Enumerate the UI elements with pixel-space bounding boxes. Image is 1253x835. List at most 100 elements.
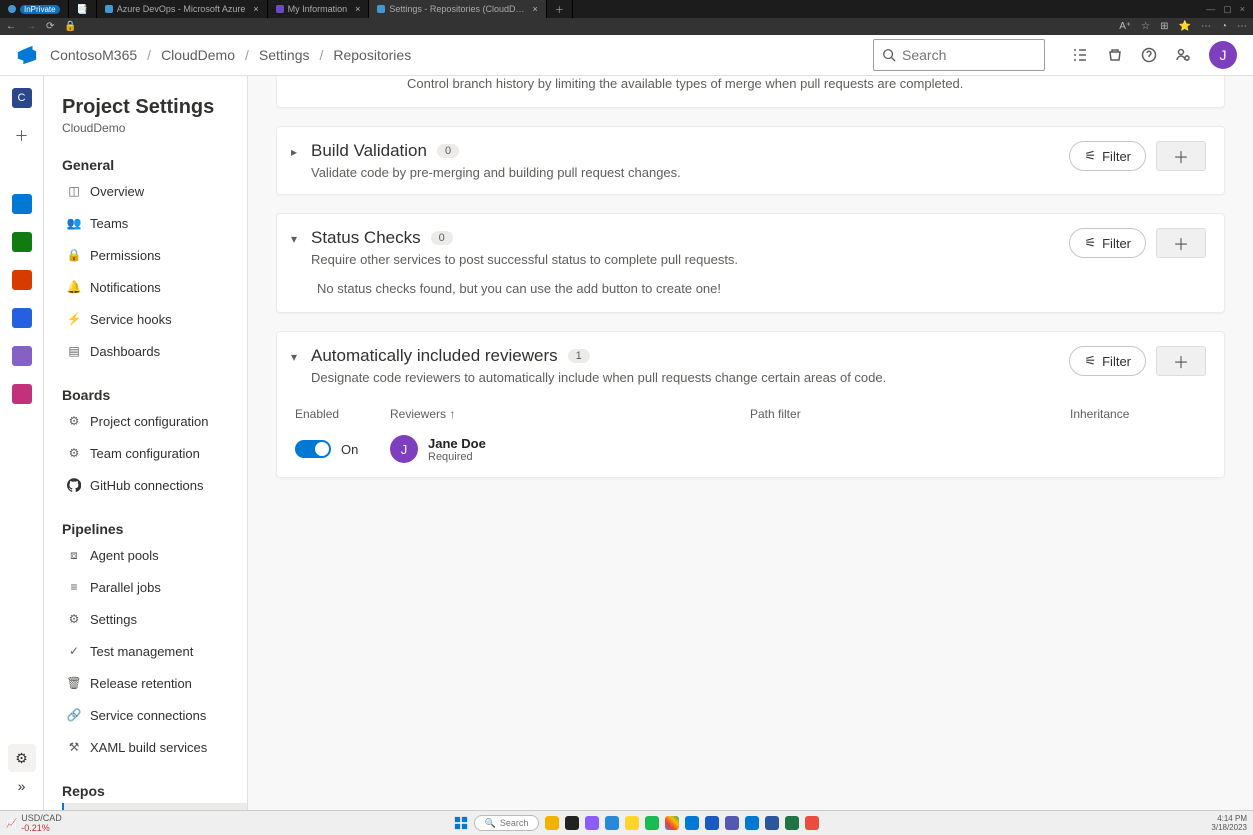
browser-tab-1[interactable]: My Information× [268, 0, 370, 18]
taskbar-date[interactable]: 3/18/2023 [1211, 823, 1247, 832]
rail-boards-icon[interactable] [8, 228, 36, 256]
taskbar-app-icon[interactable] [745, 816, 759, 830]
browser-tab-0[interactable]: Azure DevOps - Microsoft Azure× [97, 0, 268, 18]
azure-devops-logo-icon[interactable] [16, 44, 38, 66]
user-settings-icon[interactable] [1175, 47, 1191, 63]
browser-tab-2[interactable]: Settings - Repositories (CloudD…× [369, 0, 546, 18]
nav-item-teams[interactable]: 👥Teams [62, 209, 247, 237]
taskbar-app-icon[interactable] [645, 816, 659, 830]
close-icon[interactable]: × [355, 4, 360, 14]
nav-item-team-config[interactable]: ⚙Team configuration [62, 439, 247, 467]
favorite-add-icon[interactable]: ⭐ [1179, 21, 1191, 32]
taskbar-excel-icon[interactable] [785, 816, 799, 830]
taskbar-app-icon[interactable] [625, 816, 639, 830]
nav-item-project-config[interactable]: ⚙Project configuration [62, 407, 247, 435]
breadcrumb-separator: / [245, 47, 249, 63]
nav-item-overview[interactable]: ◫Overview [62, 177, 247, 205]
nav-item-dashboards[interactable]: ▤Dashboards [62, 337, 247, 365]
profile-icon[interactable]: ◔ [1221, 21, 1227, 32]
close-window-icon[interactable]: × [1240, 4, 1245, 15]
col-reviewers[interactable]: Reviewers ↑ [390, 407, 750, 421]
maximize-icon[interactable]: ▢ [1223, 4, 1232, 15]
taskbar-app-icon[interactable] [605, 816, 619, 830]
rail-repos-icon[interactable] [8, 266, 36, 294]
search-icon [882, 48, 896, 62]
rail-collapse-icon[interactable]: » [8, 772, 36, 800]
refresh-icon[interactable]: ⟳ [46, 21, 54, 32]
taskbar-time[interactable]: 4:14 PM [1217, 814, 1247, 823]
rail-settings-icon[interactable]: ⚙ [8, 744, 36, 772]
chevron-right-icon[interactable]: ▸ [291, 141, 311, 159]
rail-testplans-icon[interactable] [8, 342, 36, 370]
work-items-icon[interactable] [1071, 46, 1089, 64]
stock-widget-icon[interactable]: 📈 [6, 818, 17, 829]
taskbar-teams-icon[interactable] [725, 816, 739, 830]
start-icon[interactable] [454, 816, 468, 830]
nav-item-service-hooks[interactable]: ⚡Service hooks [62, 305, 247, 333]
help-icon[interactable] [1141, 47, 1157, 63]
nav-item-release-retention[interactable]: 🗑Release retention [62, 669, 247, 697]
favorites-icon[interactable]: ☆ [1141, 21, 1150, 32]
col-path-filter[interactable]: Path filter [750, 407, 1070, 421]
test-icon: ✓ [66, 643, 82, 659]
tab-personal-icon[interactable]: 📑 [69, 0, 97, 18]
rail-pipelines-icon[interactable] [8, 304, 36, 332]
nav-item-permissions[interactable]: 🔒Permissions [62, 241, 247, 269]
marketplace-icon[interactable] [1107, 47, 1123, 63]
collections-icon[interactable]: ⊞ [1160, 21, 1168, 32]
taskbar-chrome-icon[interactable] [665, 816, 679, 830]
nav-item-test-mgmt[interactable]: ✓Test management [62, 637, 247, 665]
breadcrumb-settings[interactable]: Settings [259, 47, 310, 63]
rail-project-icon[interactable]: C [8, 84, 36, 112]
taskbar-app-icon[interactable] [705, 816, 719, 830]
add-button[interactable]: ＋ [1156, 141, 1206, 171]
new-tab-button[interactable]: ＋ [547, 0, 573, 18]
rail-overview-icon[interactable] [8, 190, 36, 218]
col-enabled[interactable]: Enabled [295, 407, 390, 421]
chevron-down-icon[interactable]: ▾ [291, 346, 311, 364]
breadcrumb-org[interactable]: ContosoM365 [50, 47, 137, 63]
search-input[interactable] [902, 47, 1036, 63]
browser-toolbar: ← → ⟳ 🔒 A⁺ ☆ ⊞ ⭐ ⋯ ◔ ⋯ [0, 18, 1253, 35]
reviewer-row[interactable]: On J Jane Doe Required [277, 429, 1224, 477]
user-avatar[interactable]: J [1209, 41, 1237, 69]
menu-icon[interactable]: ⋯ [1237, 21, 1247, 32]
breadcrumb-repositories[interactable]: Repositories [333, 47, 411, 63]
back-icon[interactable]: ← [6, 21, 16, 32]
nav-item-agent-pools[interactable]: ⧈Agent pools [62, 541, 247, 569]
close-icon[interactable]: × [532, 4, 537, 14]
status-checks-card: ▾ Status Checks0 Require other services … [276, 213, 1225, 313]
filter-button[interactable]: ⚟Filter [1069, 141, 1146, 171]
nav-item-github[interactable]: GitHub connections [62, 471, 247, 499]
filter-button[interactable]: ⚟Filter [1069, 228, 1146, 258]
lock-icon[interactable]: 🔒 [64, 21, 76, 32]
taskbar-word-icon[interactable] [765, 816, 779, 830]
rail-add-icon[interactable]: ＋ [8, 122, 36, 150]
taskbar-app-icon[interactable] [585, 816, 599, 830]
nav-item-pipe-settings[interactable]: ⚙Settings [62, 605, 247, 633]
minimize-icon[interactable]: — [1206, 4, 1215, 15]
taskbar-app-icon[interactable] [685, 816, 699, 830]
taskbar-search[interactable]: 🔍 Search [474, 815, 540, 831]
add-button[interactable]: ＋ [1156, 346, 1206, 376]
col-inheritance[interactable]: Inheritance [1070, 407, 1206, 421]
policies-content[interactable]: Control branch history by limiting the a… [248, 76, 1253, 810]
nav-item-service-conn[interactable]: 🔗Service connections [62, 701, 247, 729]
search-box[interactable] [873, 39, 1045, 71]
add-button[interactable]: ＋ [1156, 228, 1206, 258]
taskbar-app-icon[interactable] [805, 816, 819, 830]
taskbar-app-icon[interactable] [545, 816, 559, 830]
taskbar-app-icon[interactable] [565, 816, 579, 830]
sort-asc-icon: ↑ [449, 407, 455, 421]
extensions-icon[interactable]: ⋯ [1201, 21, 1211, 32]
breadcrumb-project[interactable]: CloudDemo [161, 47, 235, 63]
nav-item-xaml[interactable]: ⚒XAML build services [62, 733, 247, 761]
rail-artifacts-icon[interactable] [8, 380, 36, 408]
filter-button[interactable]: ⚟Filter [1069, 346, 1146, 376]
nav-item-notifications[interactable]: 🔔Notifications [62, 273, 247, 301]
read-aloud-icon[interactable]: A⁺ [1119, 21, 1131, 32]
enabled-toggle[interactable] [295, 440, 331, 458]
nav-item-parallel-jobs[interactable]: ≡Parallel jobs [62, 573, 247, 601]
chevron-down-icon[interactable]: ▾ [291, 228, 311, 246]
close-icon[interactable]: × [253, 4, 258, 14]
